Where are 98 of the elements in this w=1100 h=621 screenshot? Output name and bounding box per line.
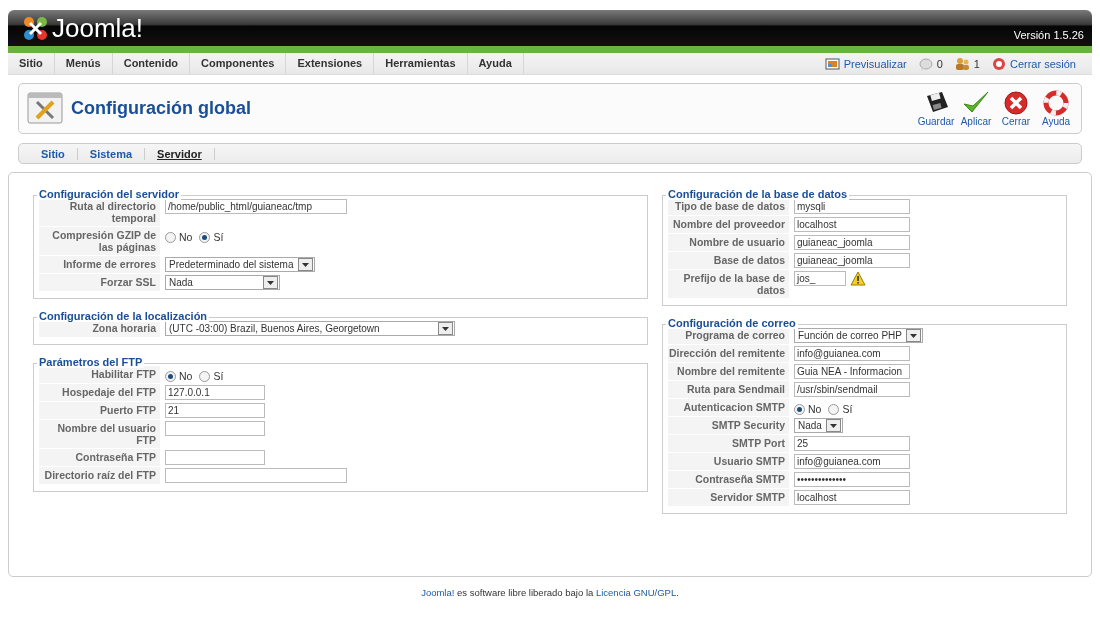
menu-item[interactable]: Contenido bbox=[112, 53, 191, 74]
tab[interactable]: Servidor bbox=[145, 147, 215, 160]
caret-icon bbox=[909, 333, 917, 338]
input-field[interactable]: jos_ bbox=[794, 271, 846, 286]
section-title: Configuración del servidor bbox=[37, 188, 181, 200]
version-text: Versión 1.5.26 bbox=[1013, 29, 1084, 41]
select-field[interactable]: Nada bbox=[165, 275, 280, 290]
field-label: SMTP Security bbox=[668, 417, 789, 434]
input-field[interactable]: /home/public_html/guianeac/tmp bbox=[165, 199, 347, 214]
lifebuoy-icon bbox=[1042, 90, 1070, 116]
menu-item[interactable]: Sitio bbox=[8, 53, 55, 74]
field-label: Forzar SSL bbox=[39, 274, 160, 291]
joomla-link[interactable]: Joomla! bbox=[421, 587, 455, 598]
apply-button[interactable]: Aplicar bbox=[959, 90, 993, 127]
select-field[interactable]: Predeterminado del sistema bbox=[165, 257, 315, 272]
field-label: Base de datos bbox=[668, 252, 789, 269]
radio-button[interactable] bbox=[199, 370, 211, 382]
field-label: Habilitar FTP bbox=[39, 366, 160, 383]
input-field[interactable]: 25 bbox=[794, 436, 910, 451]
caret-icon bbox=[267, 280, 274, 285]
user-count[interactable]: 1 bbox=[973, 57, 980, 70]
radio-option[interactable]: Sí bbox=[828, 403, 853, 415]
radio-option[interactable]: No bbox=[165, 370, 193, 382]
caret-icon bbox=[301, 262, 309, 267]
select-field[interactable]: Nada bbox=[794, 418, 843, 433]
field-label: Prefijo de la base de datos bbox=[668, 270, 789, 298]
field-label: Usuario SMTP bbox=[668, 453, 789, 470]
radio-option[interactable]: Sí bbox=[199, 231, 224, 243]
input-field[interactable] bbox=[165, 421, 265, 436]
select-field[interactable]: (UTC -03:00) Brazil, Buenos Aires, Georgetown bbox=[165, 321, 455, 336]
radio-button[interactable] bbox=[828, 403, 840, 415]
message-count[interactable]: 0 bbox=[936, 57, 943, 70]
speech-bubble-icon bbox=[918, 56, 933, 71]
input-field[interactable]: guianeac_joomla bbox=[794, 253, 910, 268]
page-title: Configuración global bbox=[71, 98, 251, 119]
input-field[interactable] bbox=[165, 450, 265, 465]
select-field[interactable]: Función de correo PHP bbox=[794, 328, 923, 343]
cancel-icon bbox=[1002, 90, 1030, 116]
caret-icon bbox=[442, 326, 449, 331]
tab[interactable]: Sistema bbox=[77, 147, 146, 160]
radio-button[interactable] bbox=[199, 231, 211, 243]
section-title: Configuración de correo bbox=[666, 317, 798, 329]
radio-button[interactable] bbox=[794, 403, 805, 415]
tools-icon bbox=[27, 91, 63, 126]
section-title: Parámetros del FTP bbox=[37, 356, 145, 368]
menu-item[interactable]: Ayuda bbox=[467, 53, 524, 74]
radio-option[interactable]: No bbox=[794, 403, 822, 415]
field-label: Directorio raíz del FTP bbox=[39, 467, 160, 484]
field-label: Dirección del remitente bbox=[668, 345, 789, 362]
input-field[interactable]: localhost bbox=[794, 217, 910, 232]
tab[interactable]: Sitio bbox=[29, 147, 78, 160]
input-field[interactable]: Guia NEA - Informacion bbox=[794, 364, 910, 379]
input-field[interactable]: guianeac_joomla bbox=[794, 235, 910, 250]
field-label: Servidor SMTP bbox=[668, 489, 789, 506]
input-field[interactable]: 127.0.0.1 bbox=[165, 385, 265, 400]
field-label: Contraseña FTP bbox=[39, 449, 160, 466]
input-field[interactable] bbox=[165, 468, 347, 483]
field-label: Nombre de usuario bbox=[668, 234, 789, 251]
field-label: Hospedaje del FTP bbox=[39, 384, 160, 401]
field-label: Autenticacion SMTP bbox=[668, 399, 789, 416]
preview-link[interactable]: Previsualizar bbox=[843, 57, 907, 70]
radio-button[interactable] bbox=[165, 231, 176, 243]
save-button[interactable]: Guardar bbox=[919, 90, 953, 127]
footer-text: Joomla! es software libre liberado bajo la Licencia GNU/GPL. bbox=[420, 587, 680, 598]
preview-icon bbox=[824, 56, 840, 71]
field-label: Nombre del usuario FTP bbox=[39, 420, 160, 448]
field-label: Compresión GZIP de las páginas bbox=[39, 227, 160, 255]
radio-button[interactable] bbox=[165, 370, 176, 382]
logo-icon bbox=[22, 14, 49, 42]
input-field[interactable]: localhost bbox=[794, 490, 910, 505]
input-field[interactable]: /usr/sbin/sendmail bbox=[794, 382, 910, 397]
radio-option[interactable]: No bbox=[165, 231, 193, 243]
cancel-button[interactable]: Cerrar bbox=[999, 90, 1033, 127]
password-field[interactable]: •••••••••••••• bbox=[794, 472, 910, 487]
input-field[interactable]: info@guianea.com bbox=[794, 454, 910, 469]
menu-item[interactable]: Menús bbox=[54, 53, 113, 74]
logout-icon bbox=[991, 56, 1006, 71]
menu-item[interactable]: Extensiones bbox=[286, 53, 375, 74]
menu-item[interactable]: Herramientas bbox=[374, 53, 468, 74]
field-label: Nombre del remitente bbox=[668, 363, 789, 380]
field-label: Informe de errores bbox=[39, 256, 160, 273]
menu-item[interactable]: Componentes bbox=[190, 53, 287, 74]
field-label: Nombre del proveedor bbox=[668, 216, 789, 233]
section-title: Configuración de la localización bbox=[37, 310, 210, 322]
caret-icon bbox=[829, 423, 837, 428]
input-field[interactable]: mysqli bbox=[794, 199, 910, 214]
logout-link[interactable]: Cerrar sesión bbox=[1009, 57, 1076, 70]
field-label: Ruta para Sendmail bbox=[668, 381, 789, 398]
field-label: Puerto FTP bbox=[39, 402, 160, 419]
section-title: Configuración de la base de datos bbox=[666, 188, 850, 200]
field-label: SMTP Port bbox=[668, 435, 789, 452]
logo-text: Joomla! bbox=[52, 12, 144, 44]
help-button[interactable]: Ayuda bbox=[1039, 90, 1073, 127]
input-field[interactable]: info@guianea.com bbox=[794, 346, 910, 361]
users-icon bbox=[954, 56, 970, 71]
radio-option[interactable]: Sí bbox=[199, 370, 224, 382]
input-field[interactable]: 21 bbox=[165, 403, 265, 418]
field-label: Contraseña SMTP bbox=[668, 471, 789, 488]
